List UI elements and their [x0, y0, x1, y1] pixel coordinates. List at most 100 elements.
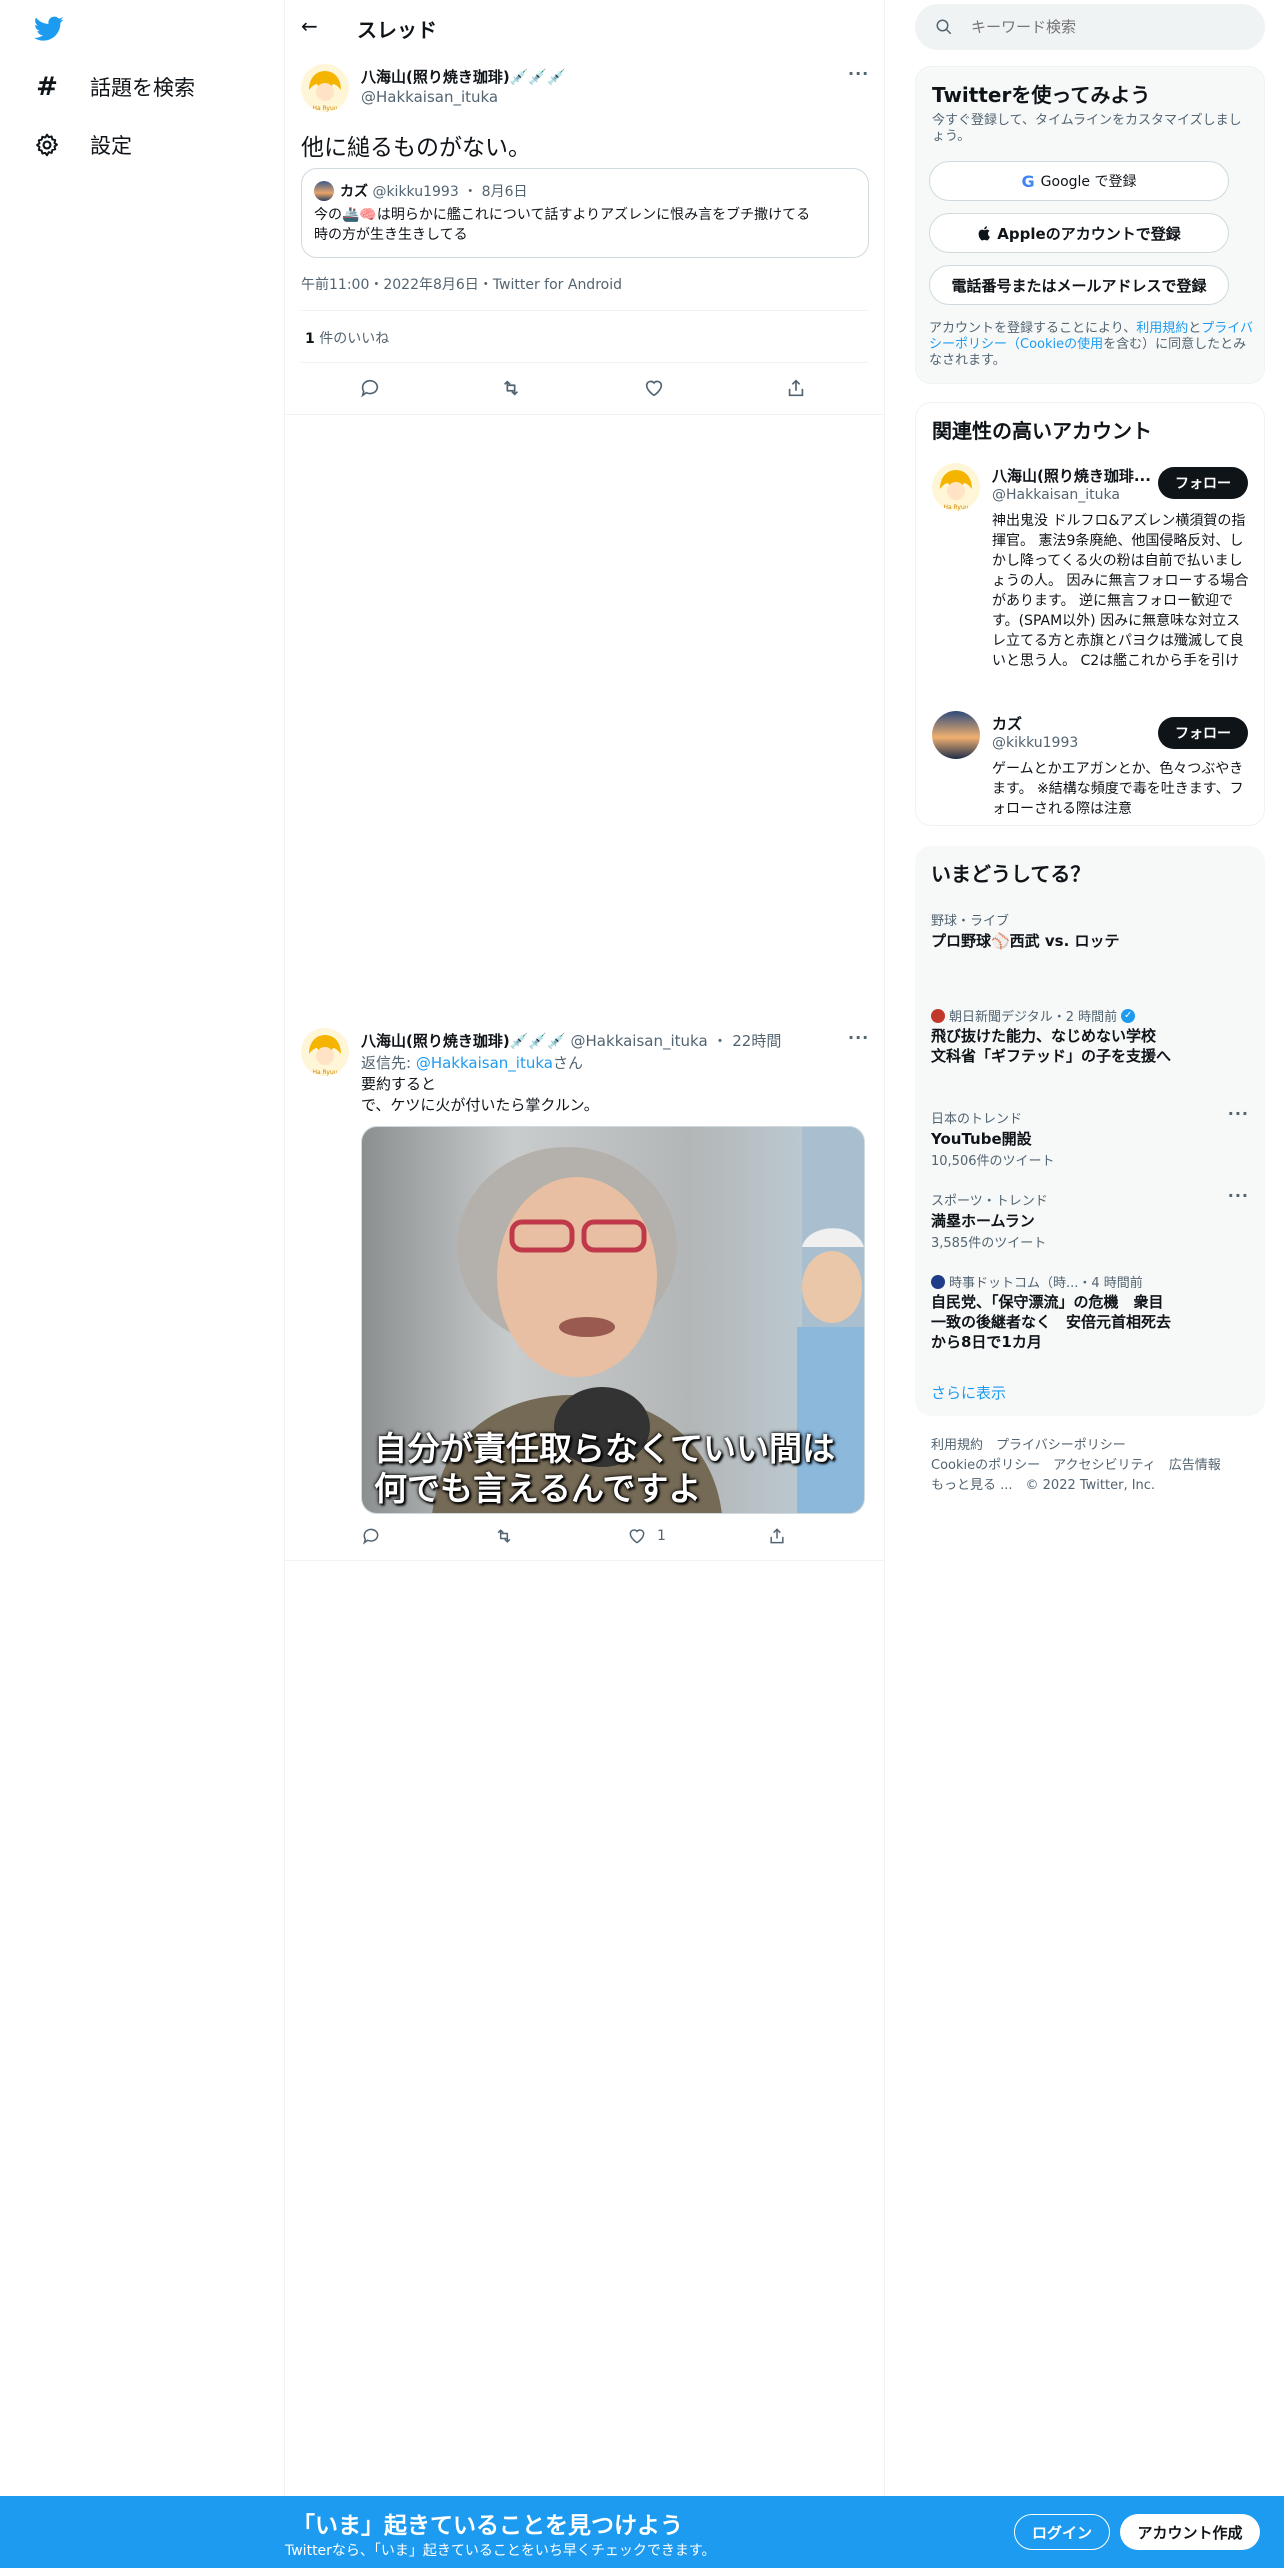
- nav-settings-label: 設定: [90, 134, 132, 158]
- related-title: 関連性の高いアカウント: [932, 419, 1152, 443]
- trend-title: 飛び抜けた能力、なじめない学校 文科省「ギフテッド」の子を支援へ: [931, 1027, 1172, 1065]
- related-account-name[interactable]: カズ: [992, 713, 1022, 734]
- more-icon[interactable]: ···: [848, 1028, 869, 1047]
- trend-item[interactable]: スポーツ・トレンド 満塁ホームラン 3,585件のツイート ···: [915, 1180, 1265, 1260]
- tweet-author-name[interactable]: 八海山(照り焼き珈琲)💉💉💉: [361, 66, 566, 87]
- divider: [301, 362, 868, 363]
- page-title: スレッド: [357, 18, 437, 42]
- share-icon[interactable]: [785, 377, 807, 399]
- quoted-tweet[interactable]: カズ @kikku1993 ・ 8月6日 今の🚢🧠は明らかに艦これについて話すよ…: [301, 168, 869, 258]
- trend-count: 3,585件のツイート: [931, 1236, 1047, 1251]
- like-icon[interactable]: [643, 377, 665, 399]
- trends-card: いまどうしてる？ 野球・ライブ プロ野球⚾西武 vs. ロッテ 朝日新聞デジタル…: [915, 846, 1265, 1416]
- left-nav: # 話題を検索 設定: [0, 0, 285, 2568]
- like-action[interactable]: 1: [627, 1526, 666, 1546]
- likes-count: 1: [305, 331, 315, 347]
- follow-button[interactable]: フォロー: [1158, 717, 1248, 749]
- tweet-meta: 午前11:00・2022年8月6日・Twitter for Android: [301, 277, 622, 293]
- like-count: 1: [657, 1528, 666, 1544]
- signup-title: Twitterを使ってみよう: [932, 83, 1151, 107]
- reply-to-link[interactable]: @Hakkaisan_ituka: [416, 1054, 553, 1072]
- trend-context: スポーツ・トレンド: [931, 1194, 1048, 1209]
- create-account-button[interactable]: アカウント作成: [1120, 2514, 1260, 2550]
- nav-explore-label: 話題を検索: [90, 76, 195, 100]
- phone-email-signup-label: 電話番号またはメールアドレスで登録: [951, 276, 1207, 295]
- share-icon[interactable]: [767, 1526, 787, 1546]
- related-account-bio: 神出鬼没 ドルフロ&アズレン横須賀の指揮官。 憲法9条廃絶、他国侵略反対、しかし…: [992, 513, 1249, 669]
- tweet-author-handle[interactable]: @Hakkaisan_ituka: [361, 88, 498, 106]
- reply-author-handle[interactable]: @Hakkaisan_ituka: [571, 1032, 708, 1050]
- footer-line[interactable]: もっと見る ... © 2022 Twitter, Inc.: [931, 1476, 1221, 1496]
- footer-links[interactable]: 利用規約 プライバシーポリシー Cookieのポリシー アクセシビリティ 広告情…: [931, 1436, 1221, 1496]
- likes-label: 件のいいね: [319, 331, 390, 347]
- search-box[interactable]: [915, 4, 1265, 50]
- avatar[interactable]: Ha Ryuu: [301, 1028, 349, 1076]
- apple-signup-button[interactable]: Appleのアカウントで登録: [929, 213, 1229, 253]
- search-input[interactable]: [971, 14, 1241, 40]
- jiji-logo-icon: [931, 1274, 945, 1289]
- show-more-link[interactable]: さらに表示: [931, 1382, 1006, 1403]
- footer-line[interactable]: 利用規約 プライバシーポリシー: [931, 1436, 1221, 1456]
- reply-author-name[interactable]: 八海山(照り焼き珈琲)💉💉💉: [361, 1032, 566, 1050]
- trends-title: いまどうしてる？: [931, 862, 1091, 886]
- related-accounts-card: 関連性の高いアカウント Ha Ryuu 八海山(照り焼き珈琲... @Hakka…: [915, 402, 1265, 826]
- google-signup-button[interactable]: G Google で登録: [929, 161, 1229, 201]
- twitter-logo-icon[interactable]: [34, 16, 64, 42]
- terms-link[interactable]: 利用規約: [1136, 321, 1188, 336]
- tweet-photo[interactable]: 自分が責任取らなくていい間は 何でも言えるんですよ: [361, 1126, 865, 1514]
- login-button[interactable]: ログイン: [1014, 2514, 1110, 2550]
- svg-text:Ha Ryuu: Ha Ryuu: [312, 1069, 337, 1076]
- main-column: ← スレッド Ha Ryuu 八海山(照り焼き珈琲)💉💉💉 @Hakkaisan…: [285, 0, 885, 2568]
- retweet-icon[interactable]: [493, 1526, 515, 1546]
- trend-item[interactable]: 時事ドットコム（時...・4 時間前 自民党、「保守漂流」の危機 衆目一致の後継…: [915, 1262, 1265, 1358]
- more-icon[interactable]: ···: [1228, 1186, 1249, 1205]
- related-account-handle[interactable]: @Hakkaisan_ituka: [992, 487, 1120, 503]
- related-account-handle[interactable]: @kikku1993: [992, 735, 1078, 751]
- divider: [285, 1560, 884, 1561]
- verified-badge-icon: ✓: [1121, 1008, 1136, 1023]
- more-icon[interactable]: ···: [848, 64, 869, 83]
- reply-icon[interactable]: [359, 377, 381, 399]
- avatar[interactable]: [932, 711, 980, 759]
- photo-caption-line2: 何でも言えるんですよ: [374, 1469, 702, 1508]
- reply-text-line1: 要約すると: [361, 1075, 437, 1093]
- trend-count: 10,506件のツイート: [931, 1154, 1055, 1169]
- trend-title: プロ野球⚾西武 vs. ロッテ: [931, 932, 1120, 950]
- quoted-text-line2: 時の方が生き生きしてる: [314, 227, 468, 243]
- trend-title: 自民党、「保守漂流」の危機 衆目一致の後継者なく 安倍元首相死去から8日で1カ月: [931, 1293, 1172, 1351]
- likes-summary[interactable]: 1 件のいいね: [305, 328, 389, 348]
- trend-item[interactable]: 野球・ライブ プロ野球⚾西武 vs. ロッテ: [915, 898, 1265, 978]
- phone-email-signup-button[interactable]: 電話番号またはメールアドレスで登録: [929, 265, 1229, 305]
- trend-item[interactable]: 日本のトレンド YouTube開設 10,506件のツイート ···: [915, 1098, 1265, 1178]
- quoted-date: 8月6日: [481, 184, 528, 200]
- terms-prefix: アカウントを登録することにより、: [929, 321, 1137, 336]
- divider: [285, 414, 884, 415]
- trend-context: 日本のトレンド: [931, 1112, 1023, 1127]
- anime-avatar-icon: Ha Ryuu: [309, 1035, 341, 1076]
- gear-icon: [36, 133, 58, 157]
- follow-button[interactable]: フォロー: [1158, 467, 1248, 499]
- divider: [301, 310, 868, 311]
- like-icon: [629, 1529, 645, 1544]
- google-icon: G: [1021, 171, 1035, 191]
- avatar[interactable]: Ha Ryuu: [932, 463, 980, 511]
- related-account-name[interactable]: 八海山(照り焼き珈琲...: [992, 465, 1151, 486]
- retweet-icon[interactable]: [499, 377, 523, 399]
- back-arrow-icon[interactable]: ←: [301, 14, 318, 38]
- avatar[interactable]: Ha Ryuu: [301, 64, 349, 112]
- trend-item[interactable]: 朝日新聞デジタル・2 時間前 ✓ 飛び抜けた能力、なじめない学校 文科省「ギフテ…: [915, 994, 1265, 1104]
- signup-terms: アカウントを登録することにより、利用規約とプライバシーポリシー（Cookieの使…: [929, 321, 1255, 369]
- banner-title: 「いま」起きていることを見つけよう: [292, 2513, 683, 2539]
- search-icon: [936, 19, 952, 35]
- signup-card: Twitterを使ってみよう 今すぐ登録して、タイムラインをカスタマイズしましょ…: [915, 66, 1265, 384]
- reply-prefix: 返信先:: [361, 1054, 416, 1072]
- nav-settings[interactable]: 設定: [34, 130, 132, 160]
- trend-title: YouTube開設: [931, 1130, 1032, 1148]
- quoted-author-name: カズ: [340, 184, 368, 200]
- nav-explore[interactable]: # 話題を検索: [34, 72, 195, 102]
- apple-signup-label: Appleのアカウントで登録: [997, 224, 1181, 243]
- more-icon[interactable]: ···: [1228, 1104, 1249, 1123]
- reply-time[interactable]: 22時間: [732, 1032, 781, 1050]
- reply-icon[interactable]: [361, 1526, 381, 1546]
- footer-line[interactable]: Cookieのポリシー アクセシビリティ 広告情報: [931, 1456, 1221, 1476]
